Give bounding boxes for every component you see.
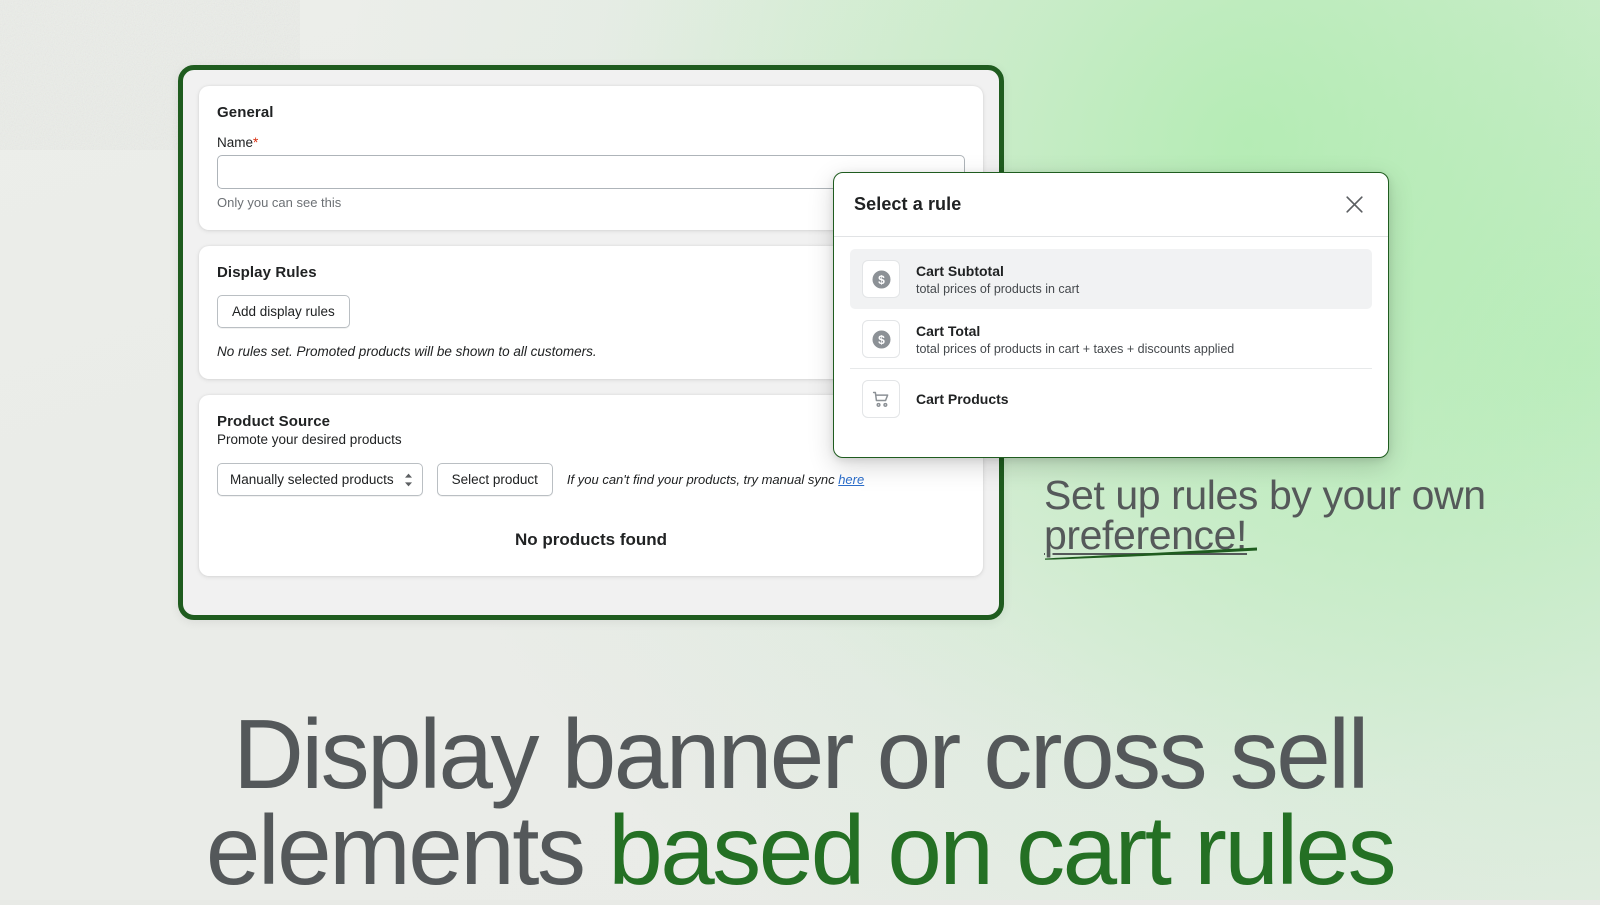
chevron-updown-icon: [404, 473, 413, 487]
name-label-text: Name: [217, 135, 254, 150]
shopping-cart-icon: [862, 380, 900, 418]
product-source-select-value: Manually selected products: [230, 472, 394, 487]
general-card-title: General: [217, 104, 274, 121]
product-source-select[interactable]: Manually selected products: [217, 463, 423, 496]
required-asterisk: *: [253, 135, 259, 150]
sub-headline: Set up rules by your own preference!: [1044, 475, 1564, 556]
svg-text:$: $: [878, 273, 885, 287]
add-display-rules-button[interactable]: Add display rules: [217, 295, 350, 328]
select-rule-modal: Select a rule $ Cart Subtotal total pric…: [833, 172, 1389, 458]
dollar-coin-icon: $: [862, 260, 900, 298]
rule-option-name: Cart Subtotal: [916, 262, 1004, 279]
manual-sync-link[interactable]: here: [838, 472, 864, 487]
select-product-button[interactable]: Select product: [436, 463, 553, 496]
modal-body: $ Cart Subtotal total prices of products…: [834, 237, 1388, 429]
manual-sync-note-text: If you can't find your products, try man…: [566, 472, 839, 487]
manual-sync-note: If you can't find your products, try man…: [567, 472, 864, 487]
rule-option-cart-total[interactable]: $ Cart Total total prices of products in…: [850, 309, 1372, 369]
rule-option-name: Cart Total: [916, 322, 981, 339]
rule-option-texts: Cart Subtotal total prices of products i…: [916, 263, 1079, 296]
headline-line-1: Display banner or cross sell: [233, 698, 1369, 809]
rule-option-texts: Cart Products: [916, 391, 1009, 407]
modal-title: Select a rule: [854, 194, 962, 214]
dollar-coin-icon: $: [862, 320, 900, 358]
headline-line-2-gray: elements: [205, 794, 609, 905]
headline-line-2-green: based on cart rules: [608, 794, 1396, 905]
svg-text:$: $: [878, 333, 885, 347]
name-field-label: Name*: [217, 135, 965, 150]
modal-header: Select a rule: [834, 173, 1388, 237]
rule-option-name: Cart Products: [916, 391, 1009, 407]
rule-option-texts: Cart Total total prices of products in c…: [916, 323, 1234, 356]
rule-option-cart-subtotal[interactable]: $ Cart Subtotal total prices of products…: [850, 249, 1372, 309]
brush-underline-decoration: [1045, 547, 1257, 560]
main-headline: Display banner or cross sell elements ba…: [0, 705, 1600, 899]
rule-option-description: total prices of products in cart + taxes…: [916, 341, 1235, 356]
close-icon[interactable]: [1340, 191, 1368, 219]
product-source-controls-row: Manually selected products Select produc…: [217, 463, 965, 496]
rule-option-description: total prices of products in cart: [916, 281, 1080, 296]
products-empty-state: No products found: [514, 530, 668, 549]
rule-option-cart-products[interactable]: Cart Products: [850, 369, 1372, 429]
